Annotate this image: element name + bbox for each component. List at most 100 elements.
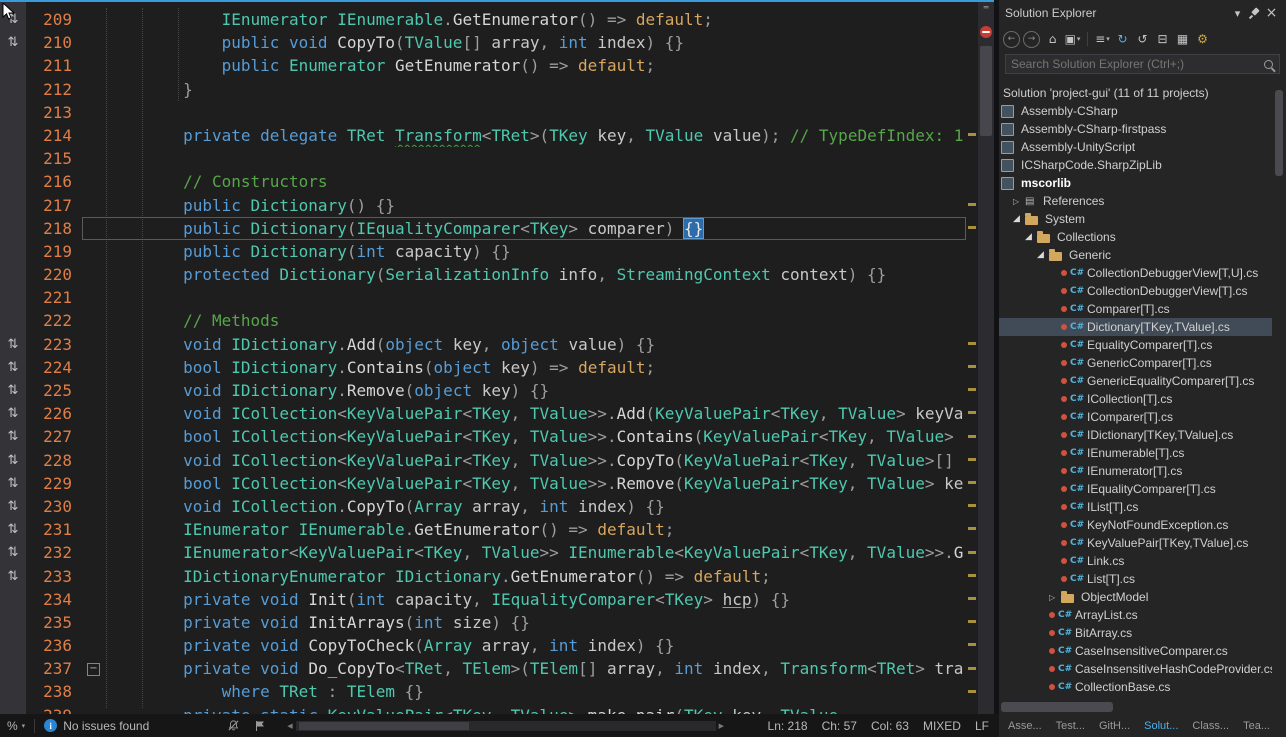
solution-tree[interactable]: Solution 'project-gui' (11 of 11 project… <box>999 84 1272 700</box>
tree-item-caseinsensitivehashcodeprovider-cs[interactable]: C#CaseInsensitiveHashCodeProvider.cs <box>999 660 1272 678</box>
code-line[interactable]: 239 private static KeyValuePair<TKey, TV… <box>0 704 966 714</box>
reference-arrows-icon[interactable]: ⇅ <box>0 333 26 356</box>
reference-arrows-icon[interactable]: ⇅ <box>0 565 26 588</box>
tree-item-assembly-unityscript[interactable]: Assembly-UnityScript <box>999 138 1272 156</box>
code-line[interactable]: ⇅226 void ICollection<KeyValuePair<TKey,… <box>0 402 966 425</box>
tree-item-collectiondebuggerview-t-cs[interactable]: C#CollectionDebuggerView[T].cs <box>999 282 1272 300</box>
split-editor-icon[interactable]: ═ <box>978 3 994 12</box>
tool-tab-gith[interactable]: GitH... <box>1092 716 1137 736</box>
line-indicator[interactable]: Ln: 218 <box>768 719 808 733</box>
search-input[interactable] <box>1005 54 1280 74</box>
tree-item-keyvaluepair-tkey-tvalue-cs[interactable]: C#KeyValuePair[TKey,TValue].cs <box>999 534 1272 552</box>
tool-tab-asse[interactable]: Asse... <box>1001 716 1049 736</box>
tree-item-collectiondebuggerview-t-u-cs[interactable]: C#CollectionDebuggerView[T,U].cs <box>999 264 1272 282</box>
chevron-expanded-icon[interactable]: ◢ <box>1037 250 1049 260</box>
editor-horizontal-scrollbar[interactable] <box>284 721 727 731</box>
tree-item-collections[interactable]: ◢Collections <box>999 228 1272 246</box>
tree-item-icollection-t-cs[interactable]: C#ICollection[T].cs <box>999 390 1272 408</box>
code-line[interactable]: 212 } <box>0 78 966 101</box>
code-line[interactable]: ⇅224 bool IDictionary.Contains(object ke… <box>0 356 966 379</box>
code-line[interactable]: ⇅232 IEnumerator<KeyValuePair<TKey, TVal… <box>0 541 966 564</box>
tree-item-genericequalitycomparer-t-cs[interactable]: C#GenericEqualityComparer[T].cs <box>999 372 1272 390</box>
tree-item-assembly-csharp-firstpass[interactable]: Assembly-CSharp-firstpass <box>999 120 1272 138</box>
sync-with-active-document-icon[interactable]: ↻ <box>1113 29 1132 49</box>
code-line[interactable]: ⇅231 IEnumerator IEnumerable.GetEnumerat… <box>0 518 966 541</box>
reference-arrows-icon[interactable]: ⇅ <box>0 449 26 472</box>
nav-back-icon[interactable]: ← <box>1003 31 1020 48</box>
window-position-chevron-icon[interactable] <box>1229 6 1246 21</box>
code-line[interactable]: 238 where TRet : TElem {} <box>0 680 966 703</box>
code-editor[interactable]: ⇅209 IEnumerator IEnumerable.GetEnumerat… <box>0 0 994 714</box>
reference-arrows-icon[interactable]: ⇅ <box>0 495 26 518</box>
nav-forward-icon[interactable]: → <box>1023 31 1040 48</box>
tool-tab-tea[interactable]: Tea... <box>1236 716 1277 736</box>
reference-arrows-icon[interactable]: ⇅ <box>0 472 26 495</box>
code-line[interactable]: 237− private void Do_CopyTo<TRet, TElem>… <box>0 657 966 680</box>
tree-item-idictionary-tkey-tvalue-cs[interactable]: C#IDictionary[TKey,TValue].cs <box>999 426 1272 444</box>
tree-item-ienumerable-t-cs[interactable]: C#IEnumerable[T].cs <box>999 444 1272 462</box>
show-all-files-icon[interactable]: ▦ <box>1173 29 1192 49</box>
tree-item-dictionary-tkey-tvalue-cs[interactable]: C#Dictionary[TKey,TValue].cs <box>999 318 1272 336</box>
fold-minus-icon[interactable]: − <box>87 663 100 676</box>
code-line[interactable]: 215 <box>0 147 966 170</box>
tool-tab-class[interactable]: Class... <box>1185 716 1236 736</box>
scope-filter-icon[interactable]: ≡▾ <box>1093 29 1112 49</box>
code-line[interactable]: 214 private delegate TRet Transform<TRet… <box>0 124 966 147</box>
code-line[interactable]: 211 public Enumerator GetEnumerator() =>… <box>0 54 966 77</box>
code-line[interactable]: ⇅227 bool ICollection<KeyValuePair<TKey,… <box>0 425 966 448</box>
tree-item-equalitycomparer-t-cs[interactable]: C#EqualityComparer[T].cs <box>999 336 1272 354</box>
eol-indicator[interactable]: LF <box>975 719 989 733</box>
code-line[interactable]: 220 protected Dictionary(SerializationIn… <box>0 263 966 286</box>
tree-item-caseinsensitivecomparer-cs[interactable]: C#CaseInsensitiveComparer.cs <box>999 642 1272 660</box>
code-lines[interactable]: ⇅209 IEnumerator IEnumerable.GetEnumerat… <box>0 2 966 714</box>
tree-item-references[interactable]: ▷▤References <box>999 192 1272 210</box>
tree-item-bitarray-cs[interactable]: C#BitArray.cs <box>999 624 1272 642</box>
code-line[interactable]: 219 public Dictionary(int capacity) {} <box>0 240 966 263</box>
notifications-muted-icon[interactable] <box>227 719 240 732</box>
code-line[interactable]: 218 public Dictionary(IEqualityComparer<… <box>0 217 966 240</box>
tree-item-system[interactable]: ◢System <box>999 210 1272 228</box>
tree-item-link-cs[interactable]: C#Link.cs <box>999 552 1272 570</box>
reference-arrows-icon[interactable]: ⇅ <box>0 541 26 564</box>
code-line[interactable]: 216 // Constructors <box>0 170 966 193</box>
code-line[interactable]: ⇅223 void IDictionary.Add(object key, ob… <box>0 333 966 356</box>
scrollbar-thumb[interactable] <box>980 46 992 136</box>
code-line[interactable]: ⇅228 void ICollection<KeyValuePair<TKey,… <box>0 449 966 472</box>
tree-item-keynotfoundexception-cs[interactable]: C#KeyNotFoundException.cs <box>999 516 1272 534</box>
chevron-expanded-icon[interactable]: ◢ <box>1025 232 1037 242</box>
character-indicator[interactable]: Ch: 57 <box>822 719 857 733</box>
tool-tab-test[interactable]: Test... <box>1049 716 1092 736</box>
line-ending-mode-indicator[interactable]: MIXED <box>923 719 961 733</box>
code-line[interactable]: 234 private void Init(int capacity, IEqu… <box>0 588 966 611</box>
flag-icon[interactable] <box>254 720 266 732</box>
tree-item-list-t-cs[interactable]: C#List[T].cs <box>999 570 1272 588</box>
switch-views-icon[interactable]: ▣▾ <box>1063 29 1082 49</box>
tree-item-comparer-t-cs[interactable]: C#Comparer[T].cs <box>999 300 1272 318</box>
chevron-collapsed-icon[interactable]: ▷ <box>1013 197 1025 206</box>
code-line[interactable]: ⇅229 bool ICollection<KeyValuePair<TKey,… <box>0 472 966 495</box>
code-line[interactable]: 213 <box>0 101 966 124</box>
tree-item-generic[interactable]: ◢Generic <box>999 246 1272 264</box>
close-icon[interactable] <box>1263 6 1280 21</box>
tree-item-icsharpcode-sharpziplib[interactable]: ICSharpCode.SharpZipLib <box>999 156 1272 174</box>
code-line[interactable]: ⇅210 public void CopyTo(TValue[] array, … <box>0 31 966 54</box>
code-line[interactable]: 236 private void CopyToCheck(Array array… <box>0 634 966 657</box>
pin-icon[interactable] <box>1246 6 1263 21</box>
chevron-collapsed-icon[interactable]: ▷ <box>1049 593 1061 602</box>
tree-item-arraylist-cs[interactable]: C#ArrayList.cs <box>999 606 1272 624</box>
tree-item-solution-project-gui-11-of-11-projects[interactable]: Solution 'project-gui' (11 of 11 project… <box>999 84 1272 102</box>
scrollbar-thumb[interactable] <box>1275 90 1283 176</box>
fold-collapse-box[interactable]: − <box>82 657 106 680</box>
tree-horizontal-scrollbar[interactable] <box>1001 702 1270 712</box>
code-line[interactable]: ⇅225 void IDictionary.Remove(object key)… <box>0 379 966 402</box>
chevron-expanded-icon[interactable]: ◢ <box>1013 214 1025 224</box>
tree-item-ilist-t-cs[interactable]: C#IList[T].cs <box>999 498 1272 516</box>
tree-item-icomparer-t-cs[interactable]: C#IComparer[T].cs <box>999 408 1272 426</box>
code-line[interactable]: 221 <box>0 286 966 309</box>
reference-arrows-icon[interactable]: ⇅ <box>0 356 26 379</box>
zoom-control[interactable]: % <box>7 719 18 733</box>
scroll-left-icon[interactable] <box>284 722 295 730</box>
home-icon[interactable]: ⌂ <box>1043 29 1062 49</box>
properties-wrench-icon[interactable]: ⚙ <box>1193 29 1212 49</box>
tree-item-objectmodel[interactable]: ▷ObjectModel <box>999 588 1272 606</box>
